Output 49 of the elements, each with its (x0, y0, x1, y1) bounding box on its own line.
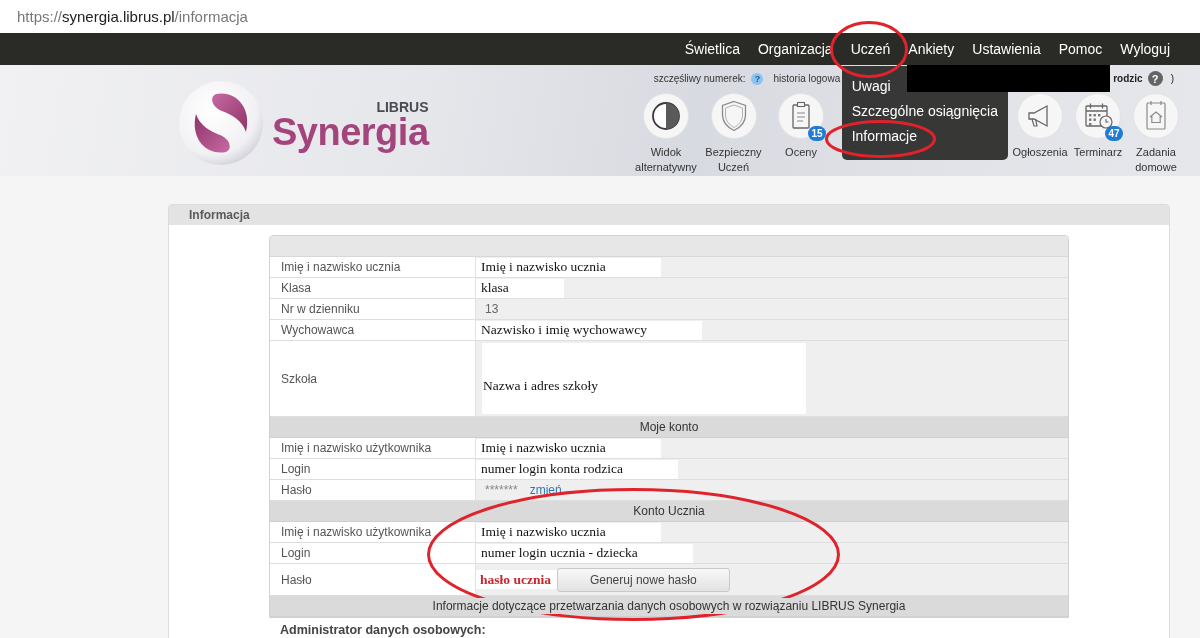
nav-link[interactable]: Wyloguj (1111, 33, 1179, 65)
shortcut-link[interactable]: Zadania domowe (1127, 93, 1185, 175)
section-title: Informacje dotyczące przetwarzania danych osobowych w rozwiązaniu LIBRUS Synergia (432, 598, 906, 614)
field-value: 13 (484, 302, 499, 316)
brand-label: LIBRUS (376, 100, 429, 114)
field-value: Imię i nazwisko ucznia (476, 522, 661, 542)
password-value: hasło ucznia (476, 570, 557, 589)
house-icon (1133, 93, 1179, 139)
nav-link[interactable]: Pomoc (1049, 33, 1112, 65)
shortcut-link[interactable]: 47 Terminarz (1069, 93, 1127, 175)
nav-link[interactable]: Organizacja (748, 33, 842, 65)
help-button[interactable]: ? (751, 72, 764, 85)
field-value: numer login konta rodzica (476, 459, 679, 479)
nav-link[interactable]: Świetlica (675, 33, 749, 65)
generate-password-button[interactable]: Generuj nowe hasło (556, 567, 730, 592)
shortcut-link[interactable]: Ogłoszenia (1011, 93, 1069, 175)
field-value: Nazwisko i imię wychowawcy (476, 320, 703, 340)
field-value: Imię i nazwisko ucznia (476, 257, 661, 277)
help-button[interactable]: ? (1147, 71, 1163, 86)
field-value: numer login ucznia - dziecka (476, 543, 693, 563)
panel-title: Informacja (169, 205, 1169, 225)
change-password-link[interactable]: zmień (529, 483, 562, 497)
password-mask: ******* (484, 483, 518, 497)
count-badge: 15 (808, 126, 826, 141)
section-title: Moje konto (639, 419, 699, 435)
shield-icon (710, 93, 757, 139)
shortcut-link[interactable]: Widok alternatywny (634, 93, 698, 175)
clipboard-icon (778, 93, 824, 139)
status-text: szczęśliwy numerek: (653, 72, 746, 85)
field-value: Nazwa i adres szkoły (482, 343, 806, 414)
brand-name: Synergia (272, 112, 429, 152)
logo-icon (178, 80, 264, 166)
address-field[interactable]: https://synergia.librus.pl/informacja (17, 6, 248, 27)
status-text: ) (1170, 72, 1174, 85)
calendar-icon (1075, 93, 1121, 139)
contrast-icon (643, 93, 689, 139)
menu-item[interactable]: Uwagi (841, 78, 901, 94)
field-value: klasa (476, 278, 564, 298)
role-text: rodzic (1113, 72, 1143, 85)
status-link[interactable]: historia logowa (773, 72, 841, 85)
nav-link[interactable]: Ustawienia (963, 33, 1050, 65)
count-badge: 47 (1105, 126, 1123, 141)
section-heading: Administrator danych osobowych: (280, 623, 486, 637)
nav-link[interactable]: Ankiety (899, 33, 964, 65)
menu-item[interactable]: Szczególne osiągnięcia (841, 103, 1008, 119)
field-value: Imię i nazwisko ucznia (476, 438, 661, 458)
shortcut-link[interactable]: Bezpieczny Uczeń (701, 93, 766, 175)
megaphone-icon (1017, 93, 1063, 139)
shortcut-link[interactable]: 15 Oceny (769, 93, 833, 175)
